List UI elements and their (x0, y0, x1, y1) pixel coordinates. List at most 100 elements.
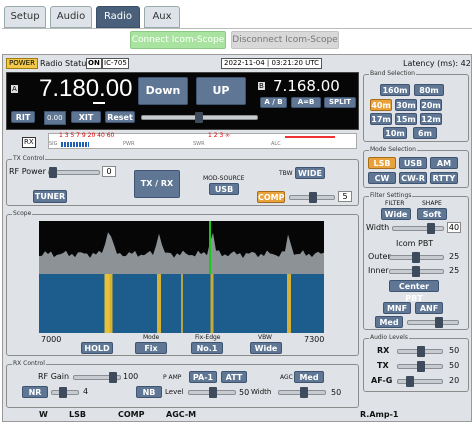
pbt-outer-value: 25 (449, 252, 460, 261)
power-button[interactable]: POWER (6, 58, 38, 69)
audio-af-slider[interactable] (397, 379, 443, 384)
band-40m-button[interactable]: 40m (370, 99, 392, 111)
nr-value: 4 (83, 387, 89, 396)
reset-button[interactable]: Reset (105, 111, 135, 123)
tab-audio[interactable]: Audio (50, 6, 92, 28)
mode-usb-button[interactable]: USB (399, 157, 427, 169)
band-15m-button[interactable]: 15m (395, 113, 417, 125)
preamp-pa1-button[interactable]: PA-1 (189, 371, 217, 383)
nr-level-thumb[interactable] (435, 317, 443, 328)
band-160m-button[interactable]: 160m (380, 84, 410, 96)
vfo-a-tag: A (11, 85, 18, 93)
mode-lsb-button[interactable]: LSB (368, 157, 396, 169)
pbt-outer-label: Outer (368, 252, 391, 261)
rit-value: 0.00 (44, 111, 66, 125)
ab-swap-button[interactable]: A / B (260, 97, 287, 108)
nb-level-thumb[interactable] (209, 387, 217, 398)
nr-med-button[interactable]: Med (375, 316, 403, 328)
hold-button[interactable]: HOLD (81, 342, 113, 354)
rit-button[interactable]: RIT (11, 111, 35, 123)
tab-aux[interactable]: Aux (144, 6, 180, 28)
mode-rtty-button[interactable]: RTTY (430, 172, 458, 184)
filter-width-thumb[interactable] (427, 223, 435, 234)
rf-gain-thumb[interactable] (109, 372, 117, 383)
pbt-inner-label: Inner (368, 266, 389, 275)
band-selection-title: Band Selection (369, 70, 416, 77)
band-10m-button[interactable]: 10m (383, 127, 407, 139)
audio-rx-thumb[interactable] (417, 346, 425, 357)
agc-med-button[interactable]: Med (294, 371, 324, 383)
split-button[interactable]: SPLIT (324, 97, 356, 108)
power-meter-label: PWR (123, 141, 135, 147)
band-20m-button[interactable]: 20m (420, 99, 442, 111)
comp-button[interactable]: COMP (257, 191, 285, 203)
fix-edge-button[interactable]: No.1 (191, 342, 223, 354)
rx-control-title: RX Control (12, 360, 46, 367)
audio-tx-value: 50 (449, 361, 460, 370)
status-w: W (39, 410, 48, 419)
rit-slider-thumb[interactable] (195, 112, 203, 123)
pbt-inner-thumb[interactable] (412, 266, 420, 277)
nr-level-slider[interactable] (407, 320, 459, 325)
scope-mode-fix-button[interactable]: Fix (135, 342, 167, 354)
band-12m-button[interactable]: 12m (420, 113, 442, 125)
tab-setup[interactable]: Setup (4, 6, 46, 28)
down-button[interactable]: Down (138, 77, 188, 105)
waterfall-signal (157, 274, 161, 333)
nb-width-thumb[interactable] (300, 387, 308, 398)
shape-soft-button[interactable]: Soft (417, 208, 447, 220)
scope-left-edge: 7000 (41, 335, 62, 344)
disconnect-scope-button[interactable]: Disconnect Icom-Scope (231, 31, 339, 49)
up-button[interactable]: UP (196, 77, 246, 105)
tab-radio[interactable]: Radio (96, 6, 140, 28)
vfo-a-frequency[interactable]: 7.180.00 (39, 74, 132, 104)
agc-label: AGC (280, 374, 293, 381)
mode-am-button[interactable]: AM (430, 157, 458, 169)
audio-rx-value: 50 (449, 346, 460, 355)
audio-tx-thumb[interactable] (417, 361, 425, 372)
rf-power-thumb[interactable] (49, 167, 57, 178)
vbw-wide-button[interactable]: Wide (250, 342, 282, 354)
nr-button[interactable]: NR (22, 386, 48, 398)
status-comp: COMP (118, 410, 145, 419)
filter-wide-button[interactable]: Wide (381, 208, 411, 220)
radio-panel: POWER Radio Status: ON IC-705 2022-11-04… (2, 54, 472, 422)
band-17m-button[interactable]: 17m (370, 113, 392, 125)
comp-value: 5 (338, 191, 352, 202)
mnf-button[interactable]: MNF (383, 302, 411, 314)
pbt-outer-thumb[interactable] (412, 252, 420, 263)
anf-button[interactable]: ANF (415, 302, 443, 314)
tbw-wide-button[interactable]: WIDE (295, 167, 325, 179)
filter-width-slider[interactable] (392, 226, 444, 231)
waterfall-display[interactable] (39, 274, 324, 333)
band-30m-button[interactable]: 30m (395, 99, 417, 111)
xit-button[interactable]: XIT (71, 111, 101, 123)
tuner-button[interactable]: TUNER (33, 190, 67, 203)
nb-width-label: Width (251, 388, 272, 396)
audio-af-thumb[interactable] (406, 376, 414, 387)
band-80m-button[interactable]: 80m (414, 84, 444, 96)
nr-thumb[interactable] (59, 387, 67, 398)
status-lsb: LSB (69, 410, 86, 419)
tuning-marker (209, 221, 211, 274)
connect-scope-button[interactable]: Connect Icom-Scope (130, 31, 226, 49)
alc-meter-zone (285, 136, 335, 138)
tab-underline (2, 28, 472, 29)
comp-thumb[interactable] (309, 192, 317, 203)
fix-edge-label: Fix-Edge (195, 334, 221, 341)
waterfall-signal (210, 274, 214, 333)
spectrum-display[interactable] (39, 221, 324, 274)
att-button[interactable]: ATT (221, 371, 247, 383)
mod-source-usb-button[interactable]: USB (209, 183, 239, 195)
mode-cwr-button[interactable]: CW-R (399, 172, 427, 184)
nb-button[interactable]: NB (136, 386, 162, 398)
mode-selection-title: Mode Selection (369, 146, 417, 153)
tx-rx-button[interactable]: TX / RX (134, 170, 180, 198)
band-6m-button[interactable]: 6m (413, 127, 437, 139)
mod-source-label: MOD-SOURCE (203, 175, 245, 182)
vfo-b-frequency[interactable]: 7.168.00 (273, 77, 340, 95)
nb-width-value: 50 (331, 388, 342, 397)
mode-cw-button[interactable]: CW (368, 172, 396, 184)
center-pbt-button[interactable]: Center PBT (389, 280, 439, 303)
a-equals-b-button[interactable]: A=B (291, 97, 321, 108)
